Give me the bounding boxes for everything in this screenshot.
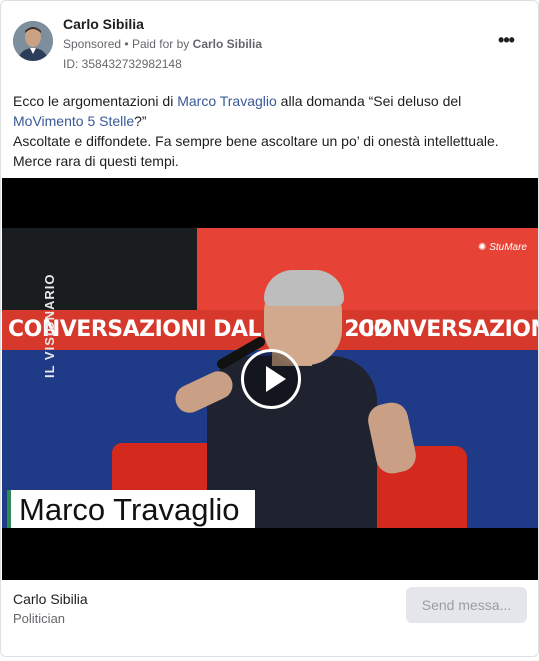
separator-dot: • (124, 37, 132, 51)
video-player[interactable]: ✺ StuMare CONVERSAZIONI DAL MARE 202 CON… (2, 178, 539, 580)
post-text-line1: Ecco le argomentazioni di Marco Travagli… (13, 91, 523, 131)
author-name[interactable]: Carlo Sibilia (63, 15, 262, 33)
paid-by-name: Carlo Sibilia (192, 37, 263, 51)
text-part2: alla domanda “Sei deluso del (276, 93, 462, 109)
paid-prefix: Paid for by (131, 37, 190, 51)
sponsored-label: Sponsored (63, 37, 122, 51)
avatar[interactable] (13, 21, 53, 61)
post-text-line3: Merce rara di questi tempi. (13, 153, 179, 169)
sponsored-line: Sponsored • Paid for by Carlo Sibilia (63, 35, 262, 53)
send-message-button[interactable]: Send messa... (406, 587, 527, 623)
play-triangle (266, 366, 286, 392)
link-movimento-5-stelle[interactable]: MoVimento 5 Stelle (13, 113, 134, 129)
ad-footer: Carlo Sibilia Politician Send messa... (1, 580, 538, 656)
post-meta: Carlo Sibilia Sponsored • Paid for by Ca… (63, 15, 262, 73)
link-marco-travaglio[interactable]: Marco Travaglio (177, 93, 277, 109)
event-logo: ✺ StuMare (478, 242, 527, 253)
ad-card: Carlo Sibilia Sponsored • Paid for by Ca… (0, 0, 539, 657)
stage-dark-panel (2, 228, 197, 310)
avatar-photo (13, 21, 53, 61)
lower-third-caption: Marco Travaglio (7, 490, 255, 528)
more-options-icon[interactable]: ••• (494, 29, 518, 53)
text-part3: ?” (134, 113, 147, 129)
ad-id: ID: 358432732982148 (63, 57, 182, 71)
post-header: Carlo Sibilia Sponsored • Paid for by Ca… (13, 13, 526, 73)
post-text: Ecco le argomentazioni di Marco Travagli… (13, 91, 523, 171)
play-icon[interactable] (241, 349, 301, 409)
backdrop-side-text: IL VISIONARIO (42, 273, 57, 379)
footer-page-name[interactable]: Carlo Sibilia (13, 590, 88, 608)
banner-text-right: CONVERSAZIONI DAL M (358, 317, 539, 342)
text-part1: Ecco le argomentazioni di (13, 93, 178, 109)
post-text-line2: Ascoltate e diffondete. Fa sempre bene a… (13, 133, 499, 149)
footer-page-category: Politician (13, 611, 66, 626)
speaker-hair (264, 270, 344, 306)
